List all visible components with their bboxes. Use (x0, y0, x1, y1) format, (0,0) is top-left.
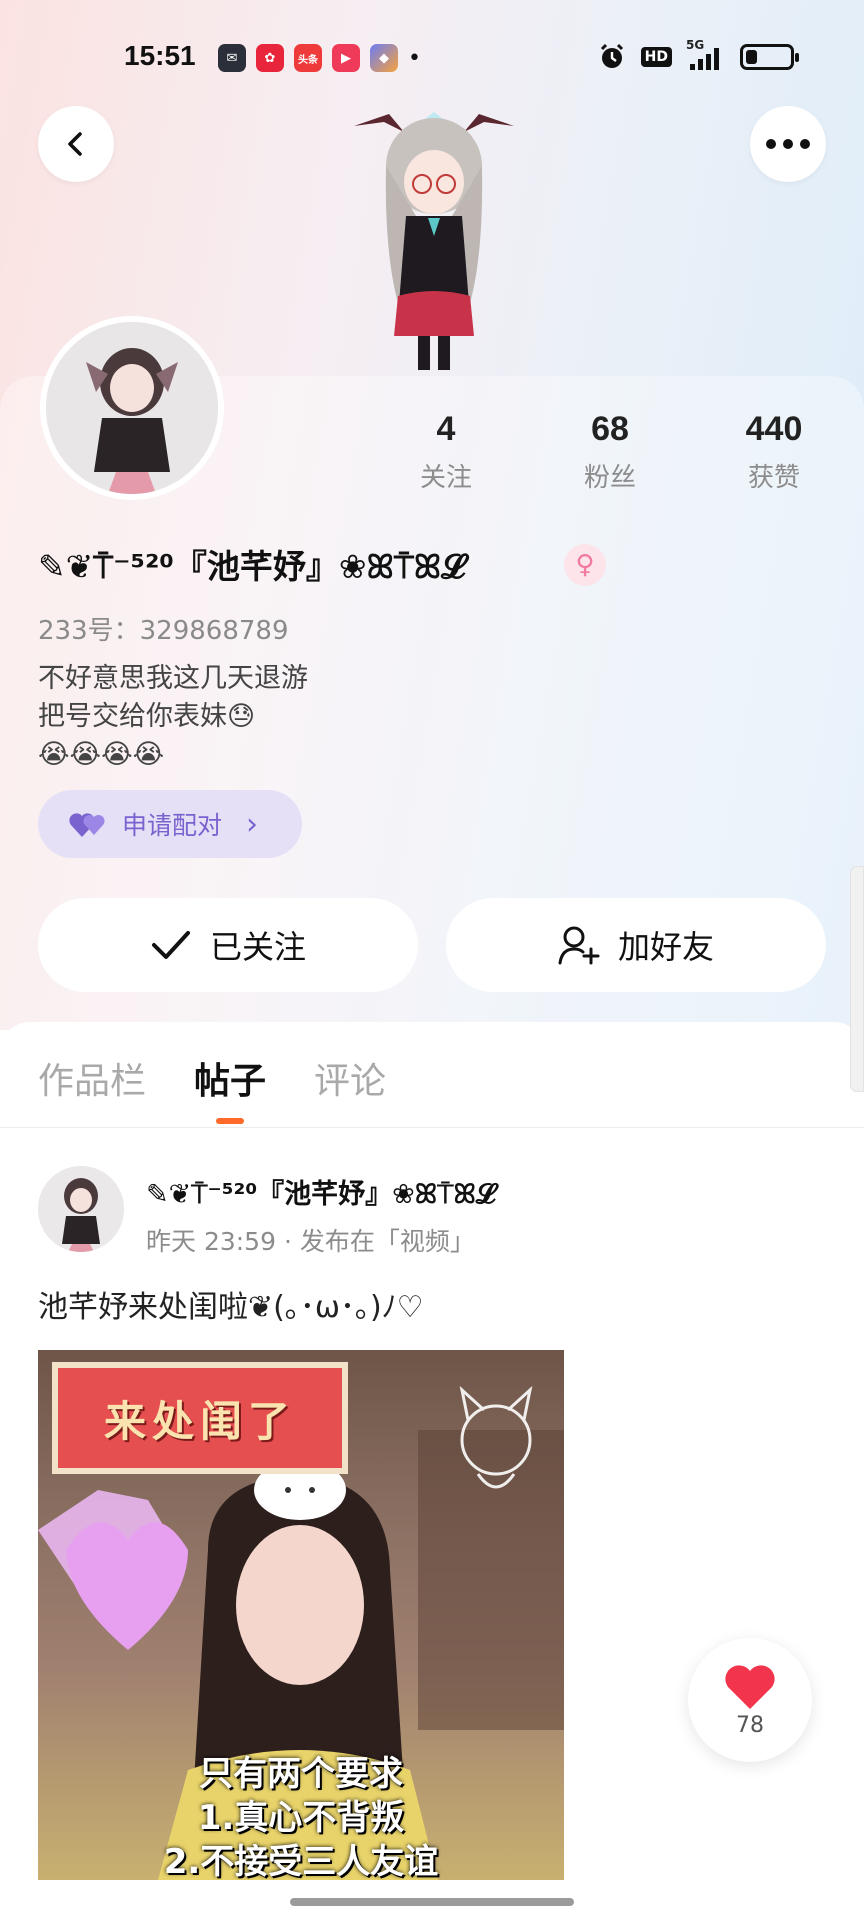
toutiao-app-icon: 头条 (294, 44, 322, 72)
mail-app-icon: ✉ (218, 44, 246, 72)
character-avatar-illustration (354, 112, 514, 370)
battery-icon (740, 44, 799, 70)
post-image-caption-line: 只有两个要求 (199, 1754, 403, 1794)
profile-avatar[interactable] (40, 316, 224, 500)
following-label: 已关注 (209, 928, 306, 966)
tab-posts[interactable]: 帖子 (194, 1052, 266, 1104)
more-notifications-dot: • (408, 45, 421, 71)
check-icon (151, 931, 190, 959)
post-author-name[interactable]: ✎❦⍑⁻⁵²⁰『池芊妤』❀ꕤ⍑ꕤ𝓛 (146, 1172, 496, 1211)
post-text: 池芊妤来处闺啦❦(｡･ω･｡)ﾉ♡ (38, 1290, 424, 1325)
add-friend-button[interactable]: 加好友 (446, 898, 826, 992)
post-meta: 昨天 23:59 · 发布在「视频」 (146, 1227, 475, 1256)
account-id: 233号：329868789 (38, 616, 289, 646)
bio-line: 😭😭😭😭 (38, 739, 165, 770)
likes-received-label: 获赞 (747, 463, 800, 493)
notification-icons: ✉ ✿ 头条 ▶ ◆ • (218, 44, 421, 72)
side-scroll-handle[interactable] (850, 866, 864, 1092)
stat-followers[interactable]: 68 粉丝 (550, 410, 670, 494)
female-gender-icon: ♀ (564, 544, 606, 586)
likes-received-count: 440 (745, 410, 803, 448)
content-tabs: 作品栏 帖子 评论 (0, 1022, 864, 1128)
like-button[interactable]: 78 (688, 1638, 812, 1762)
hearts-icon (69, 813, 105, 837)
apply-pair-label: 申请配对 (122, 811, 223, 840)
active-tab-indicator (216, 1118, 244, 1124)
bio-line: 不好意思我这几天退游 (38, 663, 308, 694)
stat-following[interactable]: 4 关注 (386, 410, 506, 494)
hd-icon: HD (640, 47, 672, 67)
post-image-caption-line: 1.真心不背叛 (197, 1798, 405, 1838)
system-status-icons: HD 5G (597, 38, 799, 72)
following-button[interactable]: 已关注 (38, 898, 418, 992)
signal-icon: 5G (686, 38, 726, 72)
followers-count: 68 (591, 410, 629, 448)
back-button[interactable] (38, 106, 114, 182)
followers-label: 粉丝 (583, 463, 636, 493)
heart-icon (725, 1664, 775, 1709)
video-app-icon: ▶ (332, 44, 360, 72)
chevron-right-icon: › (246, 806, 259, 842)
status-time: 15:51 (124, 40, 196, 71)
battery-level (746, 50, 757, 64)
more-horizontal-icon (766, 139, 810, 149)
following-count: 4 (436, 410, 456, 448)
red-app-icon: ✿ (256, 44, 284, 72)
tab-works[interactable]: 作品栏 (38, 1052, 146, 1104)
post-image-banner: 来处闺了 (52, 1362, 348, 1474)
alarm-icon (600, 43, 623, 68)
apply-pair-button[interactable]: 申请配对 › (38, 790, 302, 858)
tab-comments[interactable]: 评论 (314, 1052, 386, 1104)
username: ✎❦⍑⁻⁵²⁰『池芊妤』❀ꕤ⍑ꕤ𝓛 (38, 547, 466, 586)
more-button[interactable] (750, 106, 826, 182)
bio-line: 把号交给你表妹😓 (38, 701, 256, 732)
post-image-banner-text: 来处闺了 (103, 1396, 296, 1446)
home-indicator[interactable] (290, 1898, 574, 1906)
chevron-left-icon (68, 132, 82, 156)
stat-likes[interactable]: 440 获赞 (714, 410, 834, 494)
add-user-icon (558, 926, 600, 965)
post-author-avatar[interactable] (38, 1166, 124, 1252)
following-label: 关注 (419, 463, 472, 493)
like-count: 78 (736, 1712, 764, 1738)
add-friend-label: 加好友 (617, 928, 714, 966)
shortcut-app-icon: ◆ (370, 44, 398, 72)
bio: 不好意思我这几天退游 把号交给你表妹😓 😭😭😭😭 (38, 660, 308, 774)
post-image-caption-line: 2.不接受三人友谊 (163, 1842, 439, 1880)
post-video-thumbnail[interactable]: 来处闺了 只有两个要求 1.真心不背叛 2.不接受三人友谊 (38, 1350, 564, 1880)
